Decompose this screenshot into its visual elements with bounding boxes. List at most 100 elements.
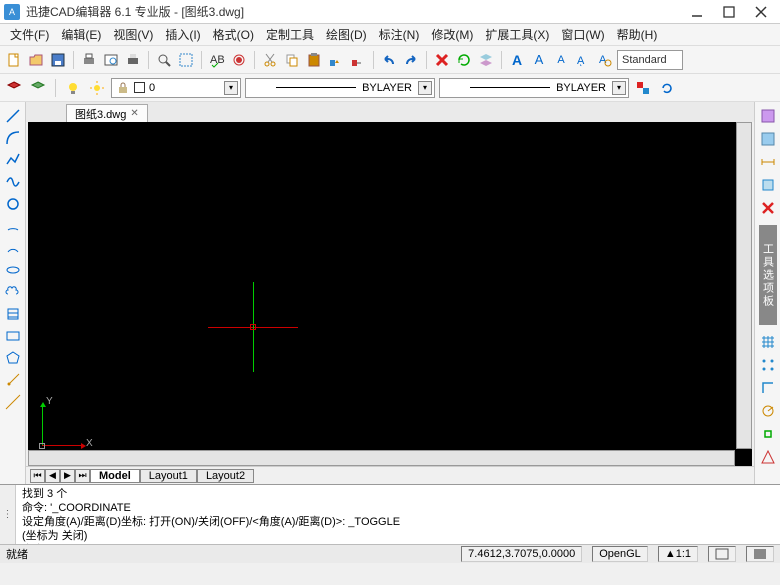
bulb-icon[interactable] (63, 78, 83, 98)
select-all-icon[interactable] (176, 50, 196, 70)
arc2-icon[interactable] (3, 238, 23, 258)
menu-help[interactable]: 帮助(H) (611, 24, 664, 45)
circle-icon[interactable] (3, 194, 23, 214)
text-style-icon[interactable]: Aͅ (573, 50, 593, 70)
ellipse-arc-icon[interactable] (3, 216, 23, 236)
textstyle-combo[interactable]: Standard (617, 50, 683, 70)
ellipse-icon[interactable] (3, 260, 23, 280)
tab-layout1[interactable]: Layout1 (140, 469, 197, 483)
polygon-icon[interactable] (3, 348, 23, 368)
maximize-button[interactable] (722, 5, 736, 19)
close-tab-icon[interactable]: ✕ (130, 108, 138, 119)
snap-toggle-icon[interactable] (758, 355, 778, 375)
nav-next-icon[interactable]: ▶ (60, 469, 75, 483)
tool-palette-tab[interactable]: 工具选项板 (759, 225, 777, 325)
osnap-icon[interactable] (758, 424, 778, 444)
hatch-icon[interactable] (3, 304, 23, 324)
minimize-button[interactable] (690, 5, 704, 19)
cut-icon[interactable] (260, 50, 280, 70)
status-annoscale[interactable]: ▲ 1:1 (658, 546, 698, 562)
menu-insert[interactable]: 插入(I) (159, 24, 206, 45)
text-a2-icon[interactable]: A (529, 50, 549, 70)
props-pane-icon[interactable] (758, 106, 778, 126)
text-find-icon[interactable]: A (595, 50, 615, 70)
cmd-prompt[interactable]: 命令: (22, 543, 776, 544)
text-a1-icon[interactable]: A (507, 50, 527, 70)
find-icon[interactable] (154, 50, 174, 70)
layer-combo[interactable]: 0 ▾ (111, 78, 241, 98)
open-icon[interactable] (26, 50, 46, 70)
linetype-combo[interactable]: BYLAYER ▾ (245, 78, 435, 98)
menu-edit[interactable]: 编辑(E) (55, 24, 107, 45)
close-button[interactable] (754, 5, 768, 19)
matchprop-icon[interactable] (326, 50, 346, 70)
print-preview-icon[interactable] (101, 50, 121, 70)
ucs-y-label: Y (46, 396, 53, 407)
menu-dim[interactable]: 标注(N) (373, 24, 426, 45)
paste-icon[interactable] (304, 50, 324, 70)
spline-icon[interactable] (3, 172, 23, 192)
delete-x-icon[interactable] (758, 198, 778, 218)
plot-icon[interactable] (123, 50, 143, 70)
layer-state-icon[interactable] (28, 78, 48, 98)
status-opengl[interactable]: OpenGL (592, 546, 648, 562)
cmd-handle-icon[interactable]: ⋮ (0, 485, 16, 544)
save-icon[interactable] (48, 50, 68, 70)
chevron-down-icon[interactable]: ▾ (224, 81, 238, 95)
menu-custom[interactable]: 定制工具 (260, 24, 320, 45)
status-toggle1[interactable] (708, 546, 736, 562)
area-icon[interactable] (758, 175, 778, 195)
menu-ext[interactable]: 扩展工具(X) (479, 24, 555, 45)
erase-icon[interactable] (432, 50, 452, 70)
layer-manager-icon[interactable] (4, 78, 24, 98)
new-icon[interactable] (4, 50, 24, 70)
xline-icon[interactable] (3, 392, 23, 412)
command-window[interactable]: ⋮ 找到 3 个 命令: '_COORDINATE 设定角度(A)/距离(D)坐… (0, 484, 780, 544)
rectangle-icon[interactable] (3, 326, 23, 346)
polar-icon[interactable] (758, 401, 778, 421)
nav-first-icon[interactable]: ⏮ (30, 469, 45, 483)
scrollbar-horizontal[interactable] (28, 450, 735, 466)
menu-view[interactable]: 视图(V) (107, 24, 159, 45)
arc-icon[interactable] (3, 128, 23, 148)
undo-icon[interactable] (379, 50, 399, 70)
layers-pane-icon[interactable] (758, 129, 778, 149)
refresh-icon[interactable] (454, 50, 474, 70)
distance-icon[interactable] (758, 152, 778, 172)
matchprop2-icon[interactable] (348, 50, 368, 70)
color-picker-icon[interactable] (633, 78, 653, 98)
revcloud-icon[interactable] (3, 282, 23, 302)
spellcheck-icon[interactable]: ABC (207, 50, 227, 70)
tools-icon[interactable] (229, 50, 249, 70)
nav-prev-icon[interactable]: ◀ (45, 469, 60, 483)
status-coords[interactable]: 7.4612,3.7075,0.0000 (461, 546, 582, 562)
line-icon[interactable] (3, 106, 23, 126)
scrollbar-vertical[interactable] (736, 122, 752, 449)
sun-icon[interactable] (87, 78, 107, 98)
menu-format[interactable]: 格式(O) (207, 24, 260, 45)
menu-file[interactable]: 文件(F) (4, 24, 55, 45)
menu-window[interactable]: 窗口(W) (555, 24, 610, 45)
refresh2-icon[interactable] (657, 78, 677, 98)
chevron-down-icon[interactable]: ▾ (612, 81, 626, 95)
tab-model[interactable]: Model (90, 469, 140, 483)
print-icon[interactable] (79, 50, 99, 70)
document-tab[interactable]: 图纸3.dwg ✕ (66, 104, 148, 122)
polyline-icon[interactable] (3, 150, 23, 170)
layer-tool-icon[interactable] (476, 50, 496, 70)
menu-draw[interactable]: 绘图(D) (320, 24, 373, 45)
text-a3-icon[interactable]: A (551, 50, 571, 70)
redo-icon[interactable] (401, 50, 421, 70)
lineweight-combo[interactable]: BYLAYER ▾ (439, 78, 629, 98)
nav-last-icon[interactable]: ⏭ (75, 469, 90, 483)
tool-misc-icon[interactable] (758, 447, 778, 467)
grid-toggle-icon[interactable] (758, 332, 778, 352)
status-toggle2[interactable] (746, 546, 774, 562)
menu-modify[interactable]: 修改(M) (425, 24, 479, 45)
copy-icon[interactable] (282, 50, 302, 70)
drawing-canvas[interactable]: Y X (28, 122, 752, 466)
chevron-down-icon[interactable]: ▾ (418, 81, 432, 95)
ortho-icon[interactable] (758, 378, 778, 398)
tab-layout2[interactable]: Layout2 (197, 469, 254, 483)
ray-icon[interactable] (3, 370, 23, 390)
